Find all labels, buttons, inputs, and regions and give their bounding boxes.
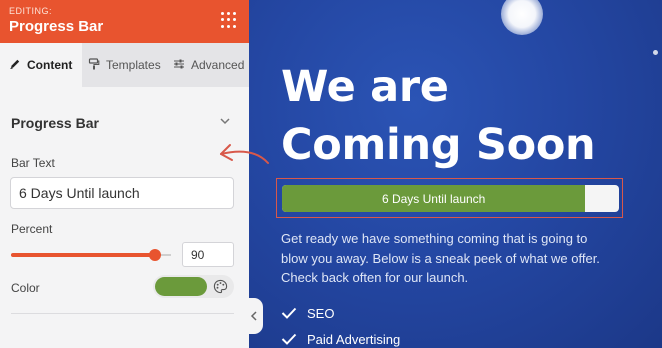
percent-label: Percent	[11, 222, 53, 236]
moon-graphic	[501, 0, 543, 35]
annotation-arrow	[220, 144, 269, 164]
tab-content[interactable]: Content	[0, 43, 82, 87]
chevron-down-icon[interactable]	[218, 114, 232, 128]
feature-label: SEO	[307, 305, 335, 321]
color-label: Color	[11, 281, 40, 295]
paint-roller-icon	[88, 57, 100, 73]
tab-templates-label: Templates	[106, 58, 161, 72]
chevron-left-icon	[250, 311, 257, 321]
preview-heading: We are Coming Soon	[281, 62, 596, 170]
preview-description: Get ready we have something coming that …	[281, 231, 600, 285]
sidebar-tabs: Content Templates Advanced	[0, 43, 249, 87]
feature-item: Paid Advertising	[281, 326, 400, 348]
pencil-icon	[9, 58, 21, 73]
tab-content-label: Content	[27, 58, 73, 72]
collapse-sidebar-button[interactable]	[245, 298, 263, 334]
feature-label: Paid Advertising	[307, 331, 401, 347]
grid-menu-icon[interactable]	[221, 12, 237, 28]
page-preview: We are Coming Soon 6 Days Until launch G…	[249, 0, 662, 348]
percent-input[interactable]	[182, 242, 234, 267]
star-graphic	[653, 50, 658, 55]
feature-list: SEO Paid Advertising	[281, 300, 400, 348]
color-picker[interactable]	[153, 275, 234, 298]
section-divider	[11, 313, 234, 314]
palette-icon[interactable]	[213, 279, 228, 294]
tab-templates[interactable]: Templates	[82, 43, 165, 87]
sliders-icon	[173, 58, 185, 73]
slider-thumb[interactable]	[149, 249, 161, 261]
preview-progress-bar[interactable]: 6 Days Until launch	[282, 185, 619, 212]
check-icon	[281, 307, 297, 319]
bar-text-label: Bar Text	[11, 156, 55, 170]
tab-advanced-label: Advanced	[191, 58, 245, 72]
section-title[interactable]: Progress Bar	[11, 115, 99, 131]
slider-fill	[11, 253, 155, 257]
bar-text-input[interactable]	[10, 177, 234, 209]
sidebar-header: EDITING: Progress Bar	[0, 0, 249, 43]
sidebar-title: Progress Bar	[9, 18, 104, 35]
editor-sidebar: EDITING: Progress Bar Content Templates …	[0, 0, 249, 348]
editing-label: EDITING:	[9, 6, 53, 16]
color-swatch[interactable]	[155, 277, 207, 296]
feature-item: SEO	[281, 300, 400, 326]
tab-advanced[interactable]: Advanced	[165, 43, 249, 87]
percent-slider[interactable]	[11, 249, 171, 261]
progress-bar-text: 6 Days Until launch	[381, 191, 486, 206]
check-icon	[281, 333, 297, 345]
